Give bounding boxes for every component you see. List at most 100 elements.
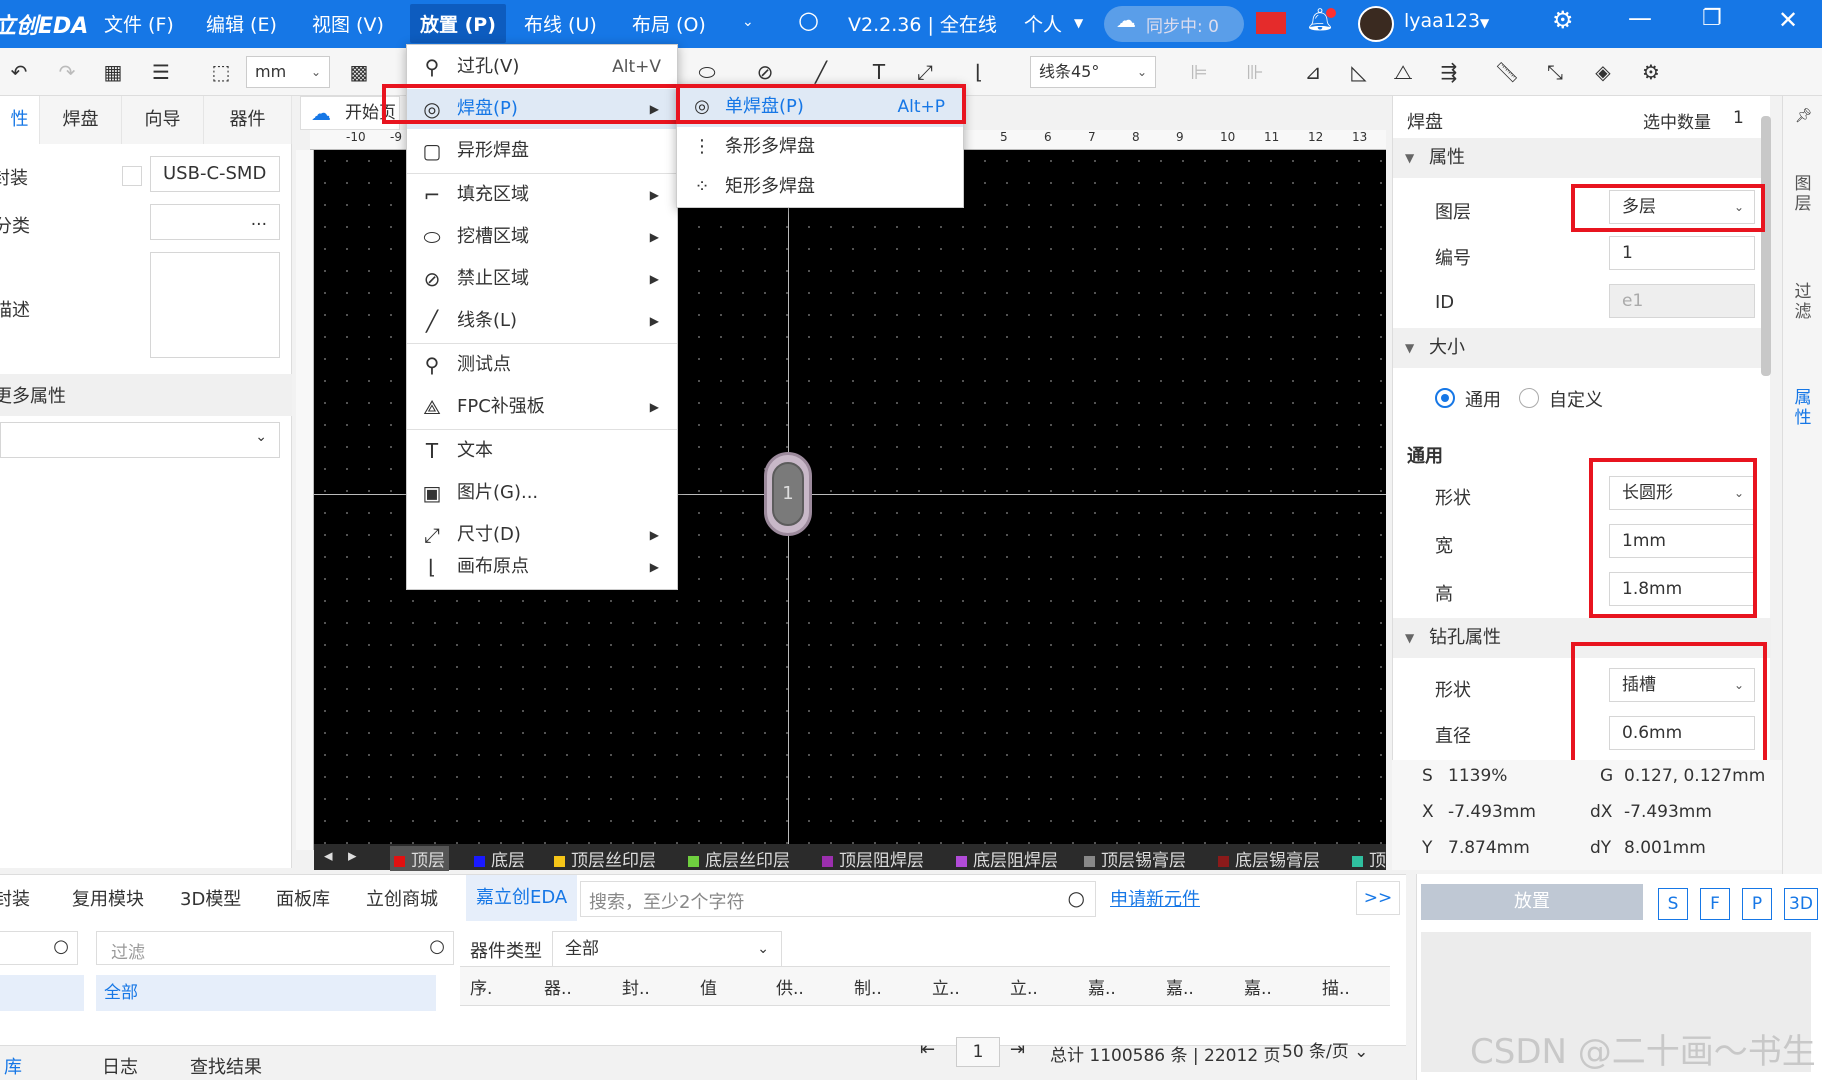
menu-item-slot-region[interactable]: ⬭ 挖槽区域 ▶ — [407, 217, 677, 257]
column-header[interactable]: 封.. — [622, 974, 650, 999]
pin-icon[interactable]: 📌︎ — [1795, 108, 1813, 124]
left-category-item[interactable] — [0, 975, 84, 1011]
list-filter-icon[interactable]: ☰ — [148, 60, 174, 84]
user-dropdown-icon[interactable]: ▼ — [1480, 16, 1489, 30]
layer-item[interactable]: 顶层丝印层 — [554, 846, 656, 871]
workspace-mode[interactable]: 个人 — [1024, 10, 1062, 37]
category-field[interactable]: ... — [150, 204, 280, 240]
search-input[interactable]: 搜索，至少2个字符 ○ — [580, 881, 1096, 917]
minimize-icon[interactable]: — — [1628, 4, 1652, 32]
page-input[interactable]: 1 — [956, 1037, 1000, 1067]
layer-item[interactable]: 底层丝印层 — [688, 846, 790, 871]
side-tab-layers[interactable]: 图层 — [1787, 174, 1819, 214]
menu-route[interactable]: 布线 (U) — [524, 10, 597, 37]
undo-icon[interactable]: ↶ — [6, 60, 32, 84]
drc-icon[interactable]: ◈ — [1590, 60, 1616, 84]
section-size[interactable]: 大小 — [1393, 328, 1771, 368]
unit-select[interactable]: mm ⌄ — [246, 56, 330, 88]
pad-slot-hole[interactable]: 1 — [772, 462, 804, 526]
search-icon[interactable]: ○ — [429, 936, 445, 957]
layer-item[interactable]: 顶层锡膏层 — [1084, 846, 1186, 871]
menu-item-canvas-origin[interactable]: ⌊ 画布原点 ▶ — [407, 547, 677, 587]
view-schematic-button[interactable]: S — [1658, 888, 1688, 920]
footprint-field[interactable]: USB-C-SMD — [150, 156, 280, 192]
lib-tab-panel-lib[interactable]: 面板库 — [276, 885, 330, 911]
view-photo-button[interactable]: P — [1742, 888, 1772, 920]
column-header[interactable]: 嘉.. — [1088, 974, 1116, 999]
apply-new-part-link[interactable]: 申请新元件 — [1110, 885, 1200, 911]
search-icon[interactable]: ○ — [1068, 886, 1085, 910]
column-header[interactable]: 值 — [700, 974, 717, 999]
search-icon[interactable]: ○ — [53, 936, 69, 957]
view-3d-button[interactable]: 3D — [1784, 888, 1818, 920]
footer-tab-log[interactable]: 日志 — [102, 1053, 138, 1079]
tab-component[interactable]: 器件 — [204, 96, 292, 144]
text-tool-icon[interactable]: T — [866, 60, 892, 84]
flip-vertical-icon[interactable]: ◺ — [1346, 60, 1372, 84]
tab-wizard[interactable]: 向导 — [122, 96, 204, 144]
line-tool-icon[interactable]: ╱ — [808, 60, 834, 84]
menu-place[interactable]: 放置 (P) — [410, 4, 506, 43]
grid-view-icon[interactable]: ▦ — [100, 60, 126, 84]
menu-item-strip-pads[interactable]: ⋮ 条形多焊盘 — [677, 127, 963, 167]
tab-pad[interactable]: 焊盘 — [40, 96, 122, 144]
menu-item-via[interactable]: ⚲ 过孔(V) Alt+V — [407, 47, 677, 87]
place-button[interactable]: 放置 — [1421, 884, 1643, 920]
part-type-select[interactable]: 全部 ⌄ — [552, 931, 782, 967]
settings-gear-icon[interactable]: ⚙ — [1552, 6, 1574, 34]
align-left-icon[interactable]: ⊫ — [1186, 60, 1212, 84]
keepout-tool-icon[interactable]: ⊘ — [752, 60, 778, 84]
menu-item-image[interactable]: ▣ 图片(G)... — [407, 473, 677, 513]
layer-item[interactable]: 底层锡膏层 — [1218, 846, 1320, 871]
lib-tab-footprint[interactable]: 封装 — [0, 885, 30, 911]
column-header[interactable]: 制.. — [854, 974, 882, 999]
menu-item-fill-region[interactable]: ⌐ 填充区域 ▶ — [407, 175, 677, 215]
left-filter-input[interactable]: ○ — [0, 931, 78, 965]
origin-tool-icon[interactable]: ⌊ — [966, 60, 992, 84]
menu-item-line[interactable]: ╱ 线条(L) ▶ — [407, 301, 677, 341]
lib-tab-lcsc-mall[interactable]: 立创商城 — [366, 885, 438, 911]
column-header[interactable]: 描.. — [1322, 974, 1350, 999]
search-icon[interactable]: ○ — [798, 6, 819, 34]
description-field[interactable] — [150, 252, 280, 358]
section-properties[interactable]: 属性 — [1393, 138, 1771, 178]
menu-layout[interactable]: 布局 (O) — [632, 10, 706, 37]
restore-icon[interactable]: ❐ — [1702, 6, 1722, 31]
layer-item[interactable]: 顶层阻焊层 — [822, 846, 924, 871]
menu-item-test-point[interactable]: ⚲ 测试点 — [407, 345, 677, 385]
layer-item[interactable]: 底层阻焊层 — [956, 846, 1058, 871]
lib-tab-3d-model[interactable]: 3D模型 — [180, 885, 241, 911]
column-header[interactable]: 序. — [470, 974, 492, 999]
layer-item[interactable]: 底层 — [474, 846, 525, 871]
username[interactable]: lyaa123 — [1404, 10, 1480, 32]
redo-icon[interactable]: ↷ — [54, 60, 80, 84]
radio-custom[interactable] — [1519, 388, 1539, 408]
lib-tab-reuse-module[interactable]: 复用模块 — [72, 885, 144, 911]
menu-item-keepout[interactable]: ⊘ 禁止区域 ▶ — [407, 259, 677, 299]
measure-ruler-icon[interactable]: 📏︎ — [1494, 60, 1520, 84]
rotate-icon[interactable]: ⇶ — [1436, 60, 1462, 84]
side-tab-properties[interactable]: 属性 — [1787, 388, 1819, 428]
flip-horizontal-icon[interactable]: ⊿ — [1300, 60, 1326, 84]
mode-dropdown-icon[interactable]: ▼ — [1074, 16, 1083, 30]
line-mode-select[interactable]: 线条45° ⌄ — [1030, 56, 1156, 88]
tab-properties[interactable]: 性 — [0, 96, 40, 144]
footer-tab-search-results[interactable]: 查找结果 — [190, 1053, 262, 1079]
layer-scroll-right-icon[interactable]: ▸ — [348, 846, 357, 866]
footprint-checkbox[interactable] — [122, 166, 142, 186]
language-flag-icon[interactable] — [1256, 12, 1286, 34]
panel-scrollbar[interactable] — [1761, 116, 1771, 376]
distribute-icon[interactable]: ⊪ — [1242, 60, 1268, 84]
ellipse-tool-icon[interactable]: ⬭ — [694, 60, 720, 84]
last-page-icon[interactable]: ⇥ — [1010, 1039, 1025, 1060]
avatar[interactable] — [1358, 6, 1394, 42]
column-header[interactable]: 立.. — [1010, 974, 1038, 999]
close-icon[interactable]: ✕ — [1778, 6, 1798, 34]
view-footprint-button[interactable]: F — [1700, 888, 1730, 920]
layer-item[interactable]: 顶 — [1352, 846, 1386, 871]
side-tab-filter[interactable]: 过滤 — [1787, 282, 1819, 322]
category-all[interactable]: 全部 — [96, 975, 436, 1011]
column-header[interactable]: 器.. — [544, 974, 572, 999]
toolbar-settings-icon[interactable]: ⚙ — [1638, 60, 1664, 84]
mirror-icon[interactable]: ⧍ — [1390, 60, 1416, 84]
